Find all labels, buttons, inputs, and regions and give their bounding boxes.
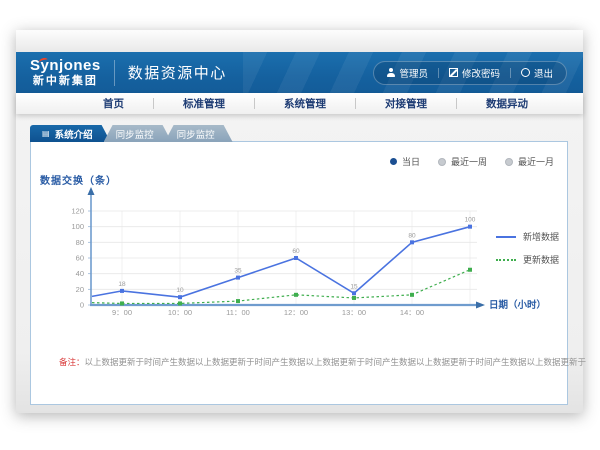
svg-text:12：00: 12：00: [284, 308, 308, 317]
filter-label: 最近一周: [451, 155, 487, 168]
svg-text:10：00: 10：00: [168, 308, 192, 317]
app-header: Synjones 新中新集团 数据资源中心 管理员 修改密码 退出: [16, 52, 583, 93]
app-title: 数据资源中心: [128, 62, 227, 83]
nav-item-4[interactable]: 数据异动: [457, 96, 557, 111]
svg-text:120: 120: [71, 207, 84, 216]
power-icon: [521, 68, 530, 77]
legend-swatch: [496, 259, 516, 261]
user-icon: [387, 68, 395, 77]
legend-swatch: [496, 236, 516, 238]
user-menu-divider: [510, 68, 511, 78]
username-label[interactable]: 管理员: [399, 66, 428, 80]
svg-text:100: 100: [465, 217, 476, 224]
radio-icon[interactable]: [438, 158, 446, 166]
y-axis-title: 数据交换（条）: [40, 172, 117, 187]
svg-text:0: 0: [80, 301, 84, 310]
main-nav: 首页标准管理系统管理对接管理数据异动: [16, 93, 583, 114]
legend-label: 更新数据: [523, 253, 559, 266]
app-window: Synjones 新中新集团 数据资源中心 管理员 修改密码 退出 首页标准管理…: [16, 30, 583, 413]
nav-item-3[interactable]: 对接管理: [356, 96, 456, 111]
svg-text:20: 20: [76, 285, 84, 294]
tab-bar: ▤ 系统介绍 同步监控 同步监控: [30, 125, 233, 142]
radio-icon[interactable]: [505, 158, 513, 166]
tab-label: 同步监控: [177, 127, 215, 141]
nav-item-1[interactable]: 标准管理: [154, 96, 254, 111]
line-chart: 0 20 40 60 80 100 120 9：00 10：00 11：00 12：00 13：00 1…: [31, 186, 567, 331]
legend-item-0[interactable]: 新增数据: [496, 230, 559, 243]
svg-text:15: 15: [350, 283, 358, 290]
filter-label: 最近一月: [518, 155, 554, 168]
x-axis-title: 日期（小时）: [489, 299, 546, 311]
logo-company-name: 新中新集团: [30, 76, 101, 87]
footnote-text: 以上数据更新于时间产生数据以上数据更新于时间产生数据以上数据更新于时间产生数据以…: [85, 357, 587, 367]
svg-text:10: 10: [176, 287, 184, 294]
edit-icon: [449, 68, 458, 77]
svg-text:9：00: 9：00: [112, 308, 132, 317]
svg-text:40: 40: [76, 269, 84, 278]
footnote-label: 备注：: [59, 357, 85, 367]
tab-0[interactable]: ▤ 系统介绍: [30, 125, 111, 142]
header-divider: [114, 60, 115, 86]
svg-text:80: 80: [408, 232, 416, 239]
svg-text:13：00: 13：00: [342, 308, 366, 317]
svg-text:60: 60: [292, 248, 300, 255]
svg-text:14：00: 14：00: [400, 308, 424, 317]
svg-text:100: 100: [71, 222, 84, 231]
filter-option-1[interactable]: 最近一周: [438, 155, 487, 168]
time-filter-group: 当日 最近一周 最近一月: [390, 155, 554, 168]
tab-2[interactable]: 同步监控: [165, 125, 233, 142]
logout-link[interactable]: 退出: [534, 66, 553, 80]
user-menu: 管理员 修改密码 退出: [373, 61, 567, 85]
svg-text:60: 60: [76, 254, 84, 263]
legend-item-1[interactable]: 更新数据: [496, 253, 559, 266]
content-area: ▤ 系统介绍 同步监控 同步监控 当日 最近一周 最近一月 数据交换（条） 0 20 40 60…: [16, 114, 583, 413]
user-menu-divider: [438, 68, 439, 78]
filter-label: 当日: [402, 155, 420, 168]
tab-label: 系统介绍: [55, 127, 93, 141]
logo-text-post: njones: [49, 57, 100, 74]
nav-item-2[interactable]: 系统管理: [255, 96, 355, 111]
tab-label: 同步监控: [116, 127, 154, 141]
logo-wordmark: Synjones: [30, 58, 101, 73]
tab-1[interactable]: 同步监控: [104, 125, 172, 142]
legend-label: 新增数据: [523, 230, 559, 243]
filter-option-2[interactable]: 最近一月: [505, 155, 554, 168]
change-password-link[interactable]: 修改密码: [462, 66, 500, 80]
screenshot-canvas: Synjones 新中新集团 数据资源中心 管理员 修改密码 退出 首页标准管理…: [0, 0, 600, 450]
radio-selected-icon[interactable]: [390, 158, 397, 165]
chart-legend: 新增数据更新数据: [496, 230, 559, 266]
nav-item-0[interactable]: 首页: [74, 96, 153, 111]
document-icon: ▤: [42, 130, 50, 138]
svg-text:18: 18: [118, 281, 126, 288]
page-top-strip: [16, 30, 583, 52]
svg-text:11：00: 11：00: [226, 308, 250, 317]
filter-option-0[interactable]: 当日: [390, 155, 420, 168]
svg-text:80: 80: [76, 238, 84, 247]
footnote: 备注：以上数据更新于时间产生数据以上数据更新于时间产生数据以上数据更新于时间产生…: [59, 356, 586, 368]
company-logo: Synjones 新中新集团: [30, 58, 101, 87]
chart-panel: 当日 最近一周 最近一月 数据交换（条） 0 20 40 60 80 100 120 9：00 10…: [30, 141, 568, 405]
svg-text:35: 35: [234, 268, 242, 275]
